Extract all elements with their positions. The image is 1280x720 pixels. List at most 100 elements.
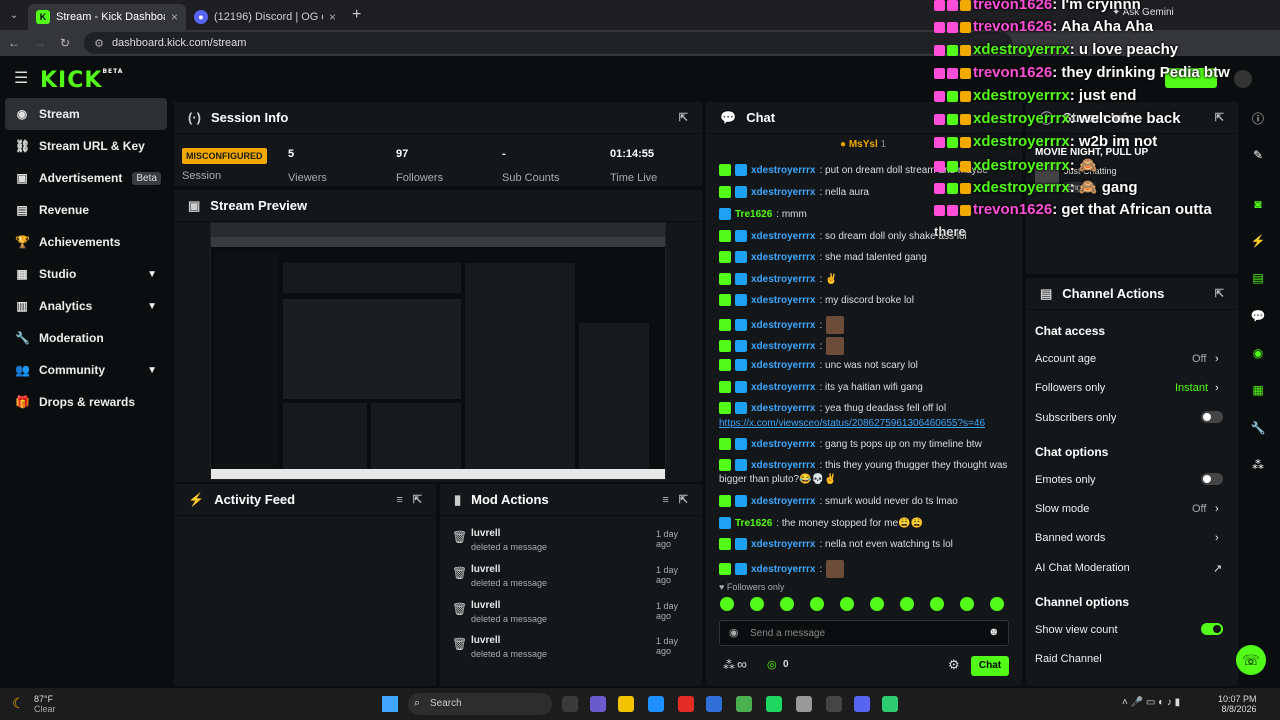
support-chat-button[interactable]: ☏ bbox=[1236, 645, 1266, 675]
emote-icon[interactable] bbox=[900, 597, 914, 611]
emote-icon[interactable] bbox=[750, 597, 764, 611]
community-rail-icon[interactable]: ⁂ bbox=[1243, 452, 1273, 478]
taskbar-app-icon[interactable] bbox=[618, 696, 634, 712]
emote-icon[interactable] bbox=[930, 597, 944, 611]
sidebar-item-studio[interactable]: ▦ Studio ▼ bbox=[5, 258, 167, 290]
popout-icon[interactable]: ⇱ bbox=[679, 111, 688, 124]
popout-icon[interactable]: ⇱ bbox=[679, 493, 688, 506]
emotes-only-toggle[interactable] bbox=[1201, 473, 1223, 485]
sidebar-item-moderation[interactable]: 🔧 Moderation bbox=[5, 322, 167, 354]
sidebar-item-analytics[interactable]: ▥ Analytics ▼ bbox=[5, 290, 167, 322]
tab-discord[interactable]: ● (12196) Discord | OG crewnem × bbox=[186, 4, 344, 30]
chat-username[interactable]: xdestroyerrrx bbox=[751, 341, 815, 352]
chat-username[interactable]: xdestroyerrrx bbox=[751, 165, 815, 176]
hamburger-menu-icon[interactable]: ☰ bbox=[14, 68, 28, 88]
system-tray[interactable]: ˄ 🎤 ▭ ◐ ♪ ▮ bbox=[1122, 697, 1180, 708]
broadcast-rail-icon[interactable]: ◉ bbox=[1243, 340, 1273, 366]
stream-preview-video[interactable] bbox=[210, 222, 666, 480]
chat-username[interactable]: Tre1626 bbox=[735, 518, 772, 529]
weather-widget[interactable]: 87°F Clear bbox=[34, 694, 56, 714]
wrench-rail-icon[interactable]: 🔧 bbox=[1243, 415, 1273, 441]
taskbar-app-icon[interactable] bbox=[736, 696, 752, 712]
emote-icon[interactable] bbox=[720, 597, 734, 611]
url-bar[interactable]: ⚙ dashboard.kick.com/stream bbox=[84, 32, 1012, 54]
bolt-rail-icon[interactable]: ⚡ bbox=[1243, 228, 1273, 254]
taskbar-app-icon[interactable] bbox=[826, 696, 842, 712]
filter-icon[interactable]: ≡ bbox=[662, 494, 668, 506]
taskbar-app-icon[interactable] bbox=[882, 696, 898, 712]
forward-icon[interactable]: → bbox=[34, 36, 46, 50]
pinned-user[interactable]: ● MsYsl 1 bbox=[840, 139, 886, 150]
taskbar-app-icon[interactable] bbox=[648, 696, 664, 712]
chat-username[interactable]: xdestroyerrrx bbox=[751, 231, 815, 242]
popout-icon[interactable]: ⇱ bbox=[1215, 111, 1224, 124]
chat-username[interactable]: xdestroyerrrx bbox=[751, 439, 815, 450]
taskbar-app-icon[interactable] bbox=[854, 696, 870, 712]
emote-icon[interactable] bbox=[780, 597, 794, 611]
chat-username[interactable]: xdestroyerrrx bbox=[751, 539, 815, 550]
chat-username[interactable]: xdestroyerrrx bbox=[751, 382, 815, 393]
taskbar-app-icon[interactable] bbox=[678, 696, 694, 712]
new-tab-icon[interactable]: + bbox=[352, 6, 361, 24]
chat-username[interactable]: xdestroyerrrx bbox=[751, 460, 815, 471]
list-rail-icon[interactable]: ▤ bbox=[1243, 265, 1273, 291]
chat-username[interactable]: xdestroyerrrx bbox=[751, 496, 815, 507]
emote-icon[interactable] bbox=[810, 597, 824, 611]
slow-mode-row[interactable]: Slow mode Off › bbox=[1035, 503, 1225, 515]
sidebar-item-drops[interactable]: 🎁 Drops & rewards bbox=[5, 386, 167, 418]
followers-only-row[interactable]: Followers only Instant › bbox=[1035, 382, 1225, 394]
info-rail-icon[interactable]: ⓘ bbox=[1243, 105, 1273, 131]
sidebar-item-stream-url[interactable]: ⛓ Stream URL & Key bbox=[5, 130, 167, 162]
chat-username[interactable]: xdestroyerrrx bbox=[751, 187, 815, 198]
chat-username[interactable]: xdestroyerrrx bbox=[751, 274, 815, 285]
send-chat-button[interactable]: Chat bbox=[971, 656, 1009, 676]
close-tab-icon[interactable]: × bbox=[171, 10, 178, 24]
avatar[interactable] bbox=[1234, 70, 1252, 88]
taskbar-app-icon[interactable] bbox=[706, 696, 722, 712]
chat-link[interactable]: https://x.com/viewsceo/status/2086275961… bbox=[719, 418, 985, 429]
screen-rail-icon[interactable]: ◙ bbox=[1243, 191, 1273, 217]
show-view-count-toggle[interactable] bbox=[1201, 623, 1223, 635]
chat-username[interactable]: Tre1626 bbox=[735, 209, 772, 220]
ai-moderation-row[interactable]: AI Chat Moderation ↗ bbox=[1035, 562, 1225, 575]
grid-rail-icon[interactable]: ▦ bbox=[1243, 377, 1273, 403]
chat-username[interactable]: xdestroyerrrx bbox=[751, 360, 815, 371]
taskbar-app-icon[interactable] bbox=[590, 696, 606, 712]
settings-icon[interactable]: ⚙ bbox=[948, 657, 960, 673]
raid-channel-button[interactable]: Raid Channel bbox=[1035, 653, 1102, 665]
account-age-row[interactable]: Account age Off › bbox=[1035, 353, 1225, 365]
tab-menu-icon[interactable]: ⌄ bbox=[0, 10, 28, 21]
emote-icon[interactable] bbox=[990, 597, 1004, 611]
sidebar-item-stream[interactable]: ◉ Stream bbox=[5, 98, 167, 130]
emote-icon[interactable] bbox=[840, 597, 854, 611]
edit-rail-icon[interactable]: ✎ bbox=[1243, 142, 1273, 168]
close-tab-icon[interactable]: × bbox=[329, 10, 336, 24]
reload-icon[interactable]: ↻ bbox=[60, 36, 70, 50]
taskbar-app-icon[interactable] bbox=[562, 696, 578, 712]
sidebar-item-community[interactable]: 👥 Community ▼ bbox=[5, 354, 167, 386]
emote-icon[interactable] bbox=[870, 597, 884, 611]
taskbar-search[interactable]: ⌕ Search bbox=[408, 693, 552, 715]
taskbar-app-icon[interactable] bbox=[766, 696, 782, 712]
sidebar-item-revenue[interactable]: ▤ Revenue bbox=[5, 194, 167, 226]
clock[interactable]: 10:07 PM 8/8/2026 bbox=[1218, 694, 1257, 714]
subscribers-only-toggle[interactable] bbox=[1201, 411, 1223, 423]
tab-kick-dashboard[interactable]: K Stream - Kick Dashboard × bbox=[28, 4, 186, 30]
taskbar-app-icon[interactable] bbox=[796, 696, 812, 712]
sidebar-item-advertisement[interactable]: ▣ Advertisement Beta bbox=[5, 162, 167, 194]
emote-icon[interactable] bbox=[960, 597, 974, 611]
popout-icon[interactable]: ⇱ bbox=[413, 493, 422, 506]
sidebar-item-achievements[interactable]: 🏆 Achievements bbox=[5, 226, 167, 258]
chat-username[interactable]: xdestroyerrrx bbox=[751, 295, 815, 306]
emoji-picker-icon[interactable]: ☻ bbox=[988, 626, 1000, 638]
chat-username[interactable]: xdestroyerrrx bbox=[751, 564, 815, 575]
kick-logo[interactable]: KICKBETA bbox=[40, 68, 123, 93]
chat-username[interactable]: xdestroyerrrx bbox=[751, 252, 815, 263]
chat-username[interactable]: xdestroyerrrx bbox=[751, 320, 815, 331]
banned-words-row[interactable]: Banned words › bbox=[1035, 532, 1225, 544]
popout-icon[interactable]: ⇱ bbox=[1215, 287, 1224, 300]
chat-rail-icon[interactable]: 💬 bbox=[1243, 303, 1273, 329]
chat-username[interactable]: xdestroyerrrx bbox=[751, 403, 815, 414]
chat-input[interactable]: ◉ Send a message ☻ bbox=[719, 620, 1009, 646]
start-button[interactable] bbox=[382, 696, 398, 712]
